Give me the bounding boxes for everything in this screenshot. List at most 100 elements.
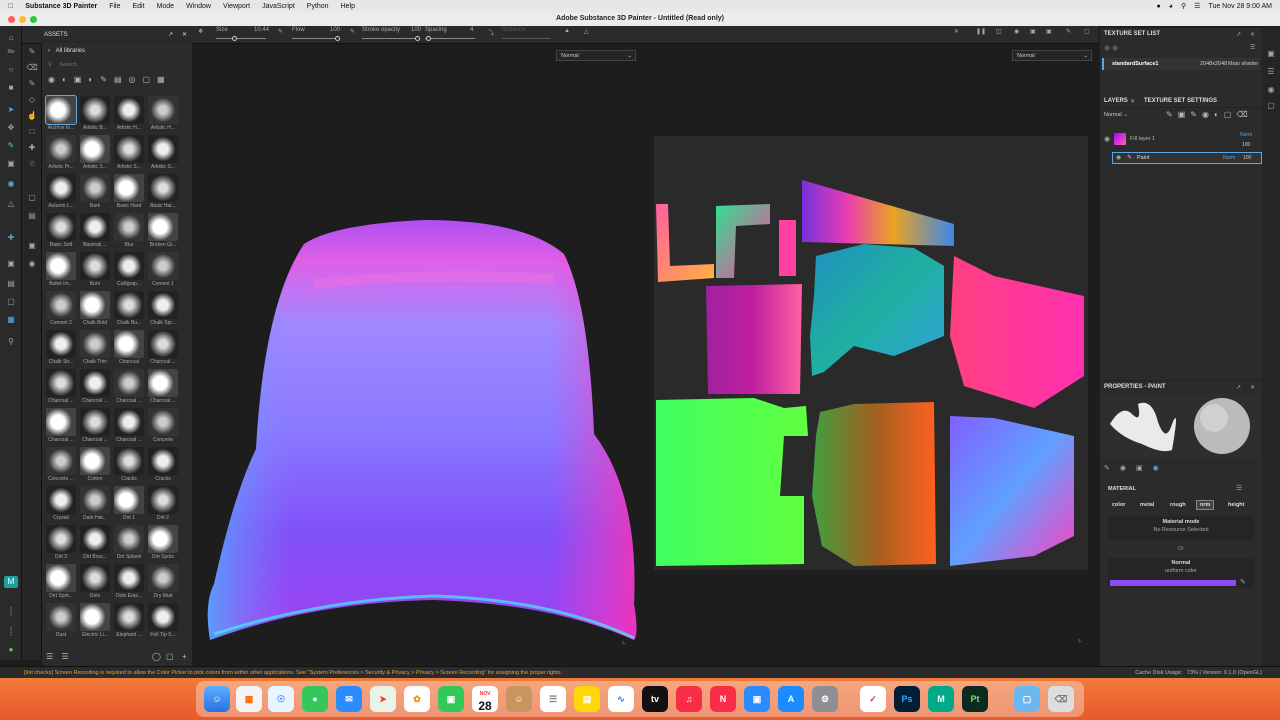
news-icon[interactable]: N xyxy=(710,686,736,712)
asset-item[interactable]: Autumn L... xyxy=(44,174,78,213)
distance-slider[interactable] xyxy=(502,38,550,39)
menu-window[interactable]: Window xyxy=(186,3,211,10)
spacing-knob[interactable] xyxy=(426,36,431,41)
render-icon[interactable]: ▤ xyxy=(4,278,18,290)
layer-icon-1[interactable]: ┊ xyxy=(4,606,18,618)
render-mode-icon[interactable]: ◉ xyxy=(1014,28,1019,35)
size-value[interactable]: 10.44 xyxy=(254,27,269,33)
substance-connector-icon[interactable]: M xyxy=(4,576,18,588)
tab-texture-set-settings[interactable]: TEXTURE SET SETTINGS xyxy=(1144,98,1217,104)
transform-icon[interactable]: ✥ xyxy=(4,122,18,134)
screenshot-icon[interactable]: ▣ xyxy=(1046,28,1052,35)
polygon-fill-icon[interactable]: ◇ xyxy=(25,94,39,106)
asset-item[interactable]: Artistic Pr... xyxy=(44,135,78,174)
add-fill-layer-icon[interactable]: ◉ xyxy=(1202,110,1209,119)
home-icon[interactable]: ⌂ xyxy=(4,32,18,44)
asset-item[interactable]: Dirt Brus... xyxy=(78,525,112,564)
menu-javascript[interactable]: JavaScript xyxy=(262,3,295,10)
messages-icon[interactable]: ● xyxy=(302,686,328,712)
size-slider-knob[interactable] xyxy=(232,36,237,41)
todo-icon[interactable]: ✓ xyxy=(860,686,886,712)
brush-mode-icon[interactable]: ✎ xyxy=(1066,28,1071,35)
flow-value[interactable]: 100 xyxy=(330,27,340,33)
fill-layer-opacity[interactable]: 100 xyxy=(1242,142,1250,148)
apple-icon[interactable]:  xyxy=(8,3,13,10)
asset-item[interactable]: Electric Li... xyxy=(78,603,112,642)
asset-item[interactable]: Dirt 2 xyxy=(146,486,180,525)
asset-item[interactable]: Dirt 1 xyxy=(112,486,146,525)
import-icon[interactable]: ▢ xyxy=(166,652,174,661)
channel-metal[interactable]: metal xyxy=(1140,502,1154,508)
display-panel-icon[interactable]: ▢ xyxy=(1264,100,1278,112)
camera-mode-icon[interactable]: ▣ xyxy=(1030,28,1036,35)
asset-item[interactable]: Basic Hard xyxy=(112,174,146,213)
float-panel-icon[interactable]: ↗ xyxy=(1236,31,1241,38)
finder-icon[interactable]: ☺ xyxy=(204,686,230,712)
viewport-2d[interactable]: Normal ⌄ ⌞ xyxy=(646,44,1098,660)
asset-item[interactable]: Charcoal ... xyxy=(112,408,146,447)
close-window-button[interactable] xyxy=(8,16,15,23)
tab-layers[interactable]: LAYERS xyxy=(1104,98,1128,104)
texture-set-row[interactable]: standardSurface1 2048x2048 Main shader xyxy=(1102,58,1260,70)
geometry-icon[interactable]: ◉ xyxy=(4,178,18,190)
asset-item[interactable]: Crystal xyxy=(44,486,78,525)
control-center-icon[interactable]: ☰ xyxy=(1194,2,1200,10)
asset-item[interactable]: Dots Eras... xyxy=(112,564,146,603)
mail-icon[interactable]: ✉ xyxy=(336,686,362,712)
asset-item[interactable]: Burn xyxy=(78,252,112,291)
eyedropper-icon[interactable]: ✎ xyxy=(1240,578,1246,586)
asset-item[interactable]: Artistic B... xyxy=(78,96,112,135)
delete-layer-icon[interactable]: ⌫ xyxy=(1236,110,1247,119)
asset-item[interactable]: Charcoal ... xyxy=(112,369,146,408)
menu-icon[interactable]: ☰ xyxy=(1250,44,1255,51)
close-panel-icon[interactable]: ✕ xyxy=(1250,384,1255,391)
asset-item[interactable]: Charcoal ... xyxy=(44,408,78,447)
reminders-icon[interactable]: ☰ xyxy=(540,686,566,712)
polygon-icon[interactable]: △ xyxy=(4,198,18,210)
close-panel-icon[interactable]: ✕ xyxy=(1250,31,1255,38)
properties-panel-icon[interactable]: ◉ xyxy=(1264,84,1278,96)
all-assets-icon[interactable]: ◉ xyxy=(48,75,55,84)
asset-item[interactable]: Dark Hat... xyxy=(78,486,112,525)
camera-icon[interactable]: ▣ xyxy=(4,258,18,270)
mask-filter-icon[interactable]: ◐ xyxy=(88,75,93,84)
trash-icon[interactable]: ⌫ xyxy=(1048,686,1074,712)
material-tab-icon[interactable]: ◉ xyxy=(1153,464,1159,472)
app-store-icon[interactable]: A xyxy=(778,686,804,712)
channel-rough[interactable]: rough xyxy=(1170,502,1186,508)
tree-view-icon[interactable]: ☰ xyxy=(61,652,68,661)
grid-view-icon[interactable]: ▦ xyxy=(157,75,165,84)
asset-item[interactable]: Archive In... xyxy=(44,95,78,135)
alpha-tab-icon[interactable]: ◉ xyxy=(1120,464,1126,472)
asset-item[interactable]: Bark xyxy=(78,174,112,213)
library-icon[interactable]: ▢ xyxy=(25,192,39,204)
search-icon[interactable]: ⚲ xyxy=(1181,2,1186,10)
asset-item[interactable]: Artistic S... xyxy=(78,135,112,174)
projection-icon[interactable]: ▣ xyxy=(4,158,18,170)
layer-icon-2[interactable]: ┊ xyxy=(4,626,18,638)
lazy-mouse-icon[interactable]: ⤵ xyxy=(488,28,494,37)
calendar-icon[interactable]: NOV 28 xyxy=(472,686,498,712)
menu-viewport[interactable]: Viewport xyxy=(223,3,250,10)
asset-item[interactable]: Dirt 3 xyxy=(44,525,78,564)
paint-layer-opacity[interactable]: 100 xyxy=(1243,155,1251,161)
menu-edit[interactable]: Edit xyxy=(133,3,145,10)
paint-brush-icon[interactable]: ✎ xyxy=(25,46,39,58)
stroke-pressure-icon[interactable]: ✎ xyxy=(350,28,355,35)
normal-color-swatch[interactable] xyxy=(1110,580,1236,586)
freeform-icon[interactable]: ∿ xyxy=(608,686,634,712)
image-filter-icon[interactable]: ▢ xyxy=(142,75,150,84)
maps-icon[interactable]: ➤ xyxy=(370,686,396,712)
smudge-icon[interactable]: ☝ xyxy=(25,110,39,122)
asset-item[interactable]: Artistic S... xyxy=(146,135,180,174)
eraser-icon[interactable]: ⌫ xyxy=(25,62,39,74)
asset-item[interactable]: Artistic S... xyxy=(112,135,146,174)
visibility-icon[interactable]: ◉ xyxy=(1104,45,1110,52)
particle-filter-icon[interactable]: ◎ xyxy=(129,75,136,84)
close-panel-icon[interactable]: ✕ xyxy=(182,28,187,42)
smart-material-icon[interactable]: ▣ xyxy=(74,75,82,84)
menu-file[interactable]: File xyxy=(109,3,120,10)
bake-icon[interactable]: ▢ xyxy=(4,296,18,308)
asset-item[interactable]: Calligrap... xyxy=(112,252,146,291)
music-icon[interactable]: ♫ xyxy=(676,686,702,712)
